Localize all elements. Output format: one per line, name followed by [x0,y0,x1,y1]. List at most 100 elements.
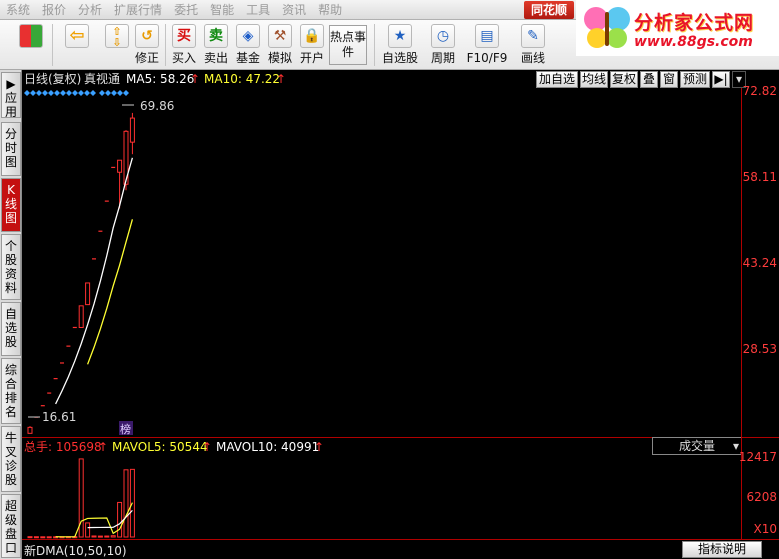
volume-bar[interactable] [110,535,116,538]
menu-item-smart[interactable]: 智能 [204,0,240,20]
open-account-button[interactable]: 🔒 开户 [297,23,327,68]
candle[interactable] [72,326,77,329]
menu-item-entrust[interactable]: 委托 [168,0,204,20]
volume-bar[interactable] [85,522,91,538]
period-button[interactable]: ◷ 周期 [426,23,460,68]
adjust-button[interactable]: 复权 [610,71,638,88]
f10-button[interactable]: ▤ F10/F9 [466,23,508,68]
candle[interactable] [92,258,96,260]
hot-events-button[interactable]: 热点事件 [329,25,367,65]
sell-button[interactable]: 卖 卖出 [201,23,231,68]
scroll-updown-button[interactable]: ⇧ ⇩ [102,23,132,68]
indicator-name[interactable]: 新DMA(10,50,10) [24,542,127,559]
bang-marker[interactable]: 榜 [119,421,133,436]
add-watchlist-button[interactable]: 加自选 [536,71,578,88]
buy-icon: 买 [172,24,196,48]
period-indicator[interactable]: 日线(复权) [24,72,81,86]
revise-button[interactable]: ↺ 修正 [132,23,162,68]
volume-bar[interactable] [46,536,52,539]
event-diamond[interactable] [84,90,90,96]
candle[interactable] [111,166,116,169]
event-diamond[interactable] [60,90,66,96]
sidebar-tab-stock-info[interactable]: 个股资料 [1,234,21,300]
volume-bar[interactable] [27,536,33,539]
overlay-button[interactable]: 叠 [640,71,658,88]
event-diamond[interactable] [42,90,48,96]
menu-item-tools[interactable]: 工具 [240,0,276,20]
sidebar-tab-ranking[interactable]: 综合排名 [1,358,21,424]
next-icon[interactable]: ▶| [712,71,730,88]
candle[interactable] [47,392,52,394]
volume-multiplier: X10 [753,522,778,536]
event-diamond[interactable] [30,90,36,96]
candle[interactable] [104,200,109,202]
window-button[interactable]: 窗 [660,71,678,88]
simulate-button[interactable]: ⚒ 模拟 [265,23,295,68]
ma-button[interactable]: 均线 [580,71,608,88]
candle[interactable] [66,345,71,347]
sidebar-tab-apps[interactable]: ▶ 应用 [1,72,21,119]
volume-bar[interactable] [33,536,39,539]
candle[interactable] [85,282,91,306]
volume-chart[interactable] [22,455,741,539]
sidebar-tab-watchlist[interactable]: 自选股 [1,302,21,356]
volume-bar[interactable] [123,469,129,538]
event-diamond[interactable] [78,90,84,96]
indicator-help-button[interactable]: 指标说明 [682,541,762,558]
predict-button[interactable]: 预测 [680,71,710,88]
menu-item-system[interactable]: 系统 [0,0,36,20]
layout-button[interactable] [16,23,46,68]
open-account-label: 开户 [299,51,324,65]
candle[interactable] [40,405,45,407]
back-button[interactable]: ⇦ [62,23,92,68]
mavol5-value: MAVOL5: 50544 [112,440,208,454]
event-diamond[interactable] [72,90,78,96]
draw-line-label: 画线 [520,51,545,65]
sidebar-tab-kline[interactable]: K线图 [1,178,21,232]
event-diamond[interactable] [117,90,123,96]
menu-item-quote[interactable]: 报价 [36,0,72,20]
candle[interactable] [117,159,123,173]
candle[interactable] [129,117,135,143]
menu-item-extended-quote[interactable]: 扩展行情 [108,0,168,20]
sidebar-tab-diagnosis[interactable]: 牛叉诊股 [1,426,21,492]
total-up-arrow-icon: ↑ [98,440,109,454]
candle[interactable] [53,378,58,380]
price-axis: 72.82 58.11 43.24 28.53 [741,84,779,437]
event-diamond[interactable] [66,90,72,96]
sidebar-tab-super-panel[interactable]: 超级盘口 [1,494,21,558]
candle[interactable] [78,305,84,328]
event-diamond[interactable] [111,90,117,96]
draw-line-button[interactable]: ✎ 画线 [516,23,550,68]
event-diamond[interactable] [48,90,54,96]
pen-icon: ✎ [521,24,545,48]
event-diamond[interactable] [24,90,30,96]
menu-item-news[interactable]: 资讯 [276,0,312,20]
event-diamond[interactable] [54,90,60,96]
volume-axis: 12417 6208 X10 [739,437,779,539]
buy-button[interactable]: 买 买入 [169,23,199,68]
volume-indicator-select[interactable]: 成交量 ▾ [652,437,744,455]
volume-bar[interactable] [97,535,103,538]
volume-bar[interactable] [117,501,123,538]
volume-bar[interactable] [91,535,97,538]
fund-button[interactable]: ◈ 基金 [233,23,263,68]
volume-bar[interactable] [104,535,110,538]
event-diamond[interactable] [99,90,105,96]
volume-bar[interactable] [40,536,46,539]
stock-name: 真视通 [84,72,121,86]
menu-item-analysis[interactable]: 分析 [72,0,108,20]
candle[interactable] [27,426,33,434]
event-diamond[interactable] [90,90,96,96]
kline-chart[interactable]: 69.86 16.61 榜 [22,88,741,437]
candle[interactable] [60,362,64,364]
ma5-line [55,157,134,405]
menu-item-help[interactable]: 帮助 [312,0,348,20]
watchlist-button[interactable]: ★ 自选股 [382,23,418,68]
event-diamond[interactable] [36,90,42,96]
sidebar-tab-intraday[interactable]: 分时图 [1,122,21,176]
event-diamond[interactable] [123,90,129,96]
volume-header: 总手: 105698 ↑ MAVOL5: 50544 ↑ MAVOL10: 40… [22,437,741,455]
candle[interactable] [98,230,103,232]
event-diamond[interactable] [105,90,111,96]
